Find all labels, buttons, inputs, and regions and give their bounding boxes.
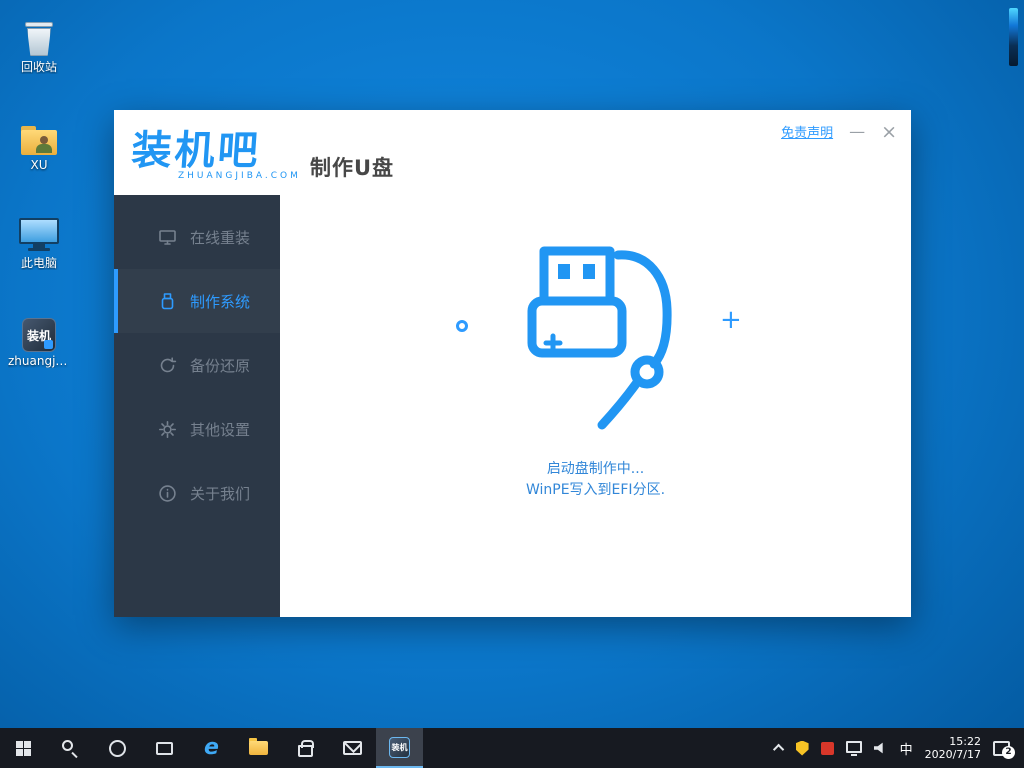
desktop-icon-label: 回收站 xyxy=(8,61,70,74)
taskbar: e 装机 中 15:22 2020/7/17 2 xyxy=(0,728,1024,768)
sidebar-item-label: 关于我们 xyxy=(190,483,250,504)
tray-expand-chevron-icon[interactable] xyxy=(773,744,784,755)
desktop-icon-recycle-bin[interactable]: 回收站 xyxy=(8,14,70,74)
store-bag-icon xyxy=(298,745,313,757)
taskbar-search-button[interactable] xyxy=(47,728,94,768)
desktop-icon-label: XU xyxy=(8,159,70,172)
close-button[interactable]: × xyxy=(881,124,897,140)
window-controls: 免责声明 — × xyxy=(781,122,897,141)
sidebar-item-label: 备份还原 xyxy=(190,355,250,376)
zhuangjiba-taskbar-icon: 装机 xyxy=(389,737,410,758)
progress-spinner-dot xyxy=(456,320,468,332)
desktop-icon-label: zhuangjiba... xyxy=(8,355,70,368)
sidebar-item-label: 其他设置 xyxy=(190,419,250,440)
info-icon xyxy=(158,484,177,503)
task-view-icon xyxy=(156,742,173,755)
minimize-button[interactable]: — xyxy=(849,124,865,140)
restore-arrows-icon xyxy=(158,356,177,375)
edge-icon: e xyxy=(204,737,219,759)
window-body: 在线重装 制作系统 备份还原 xyxy=(114,195,911,617)
status-line-2: WinPE写入到EFI分区. xyxy=(280,480,911,501)
screen-edge-indicator xyxy=(1009,8,1018,66)
clock-time: 15:22 xyxy=(925,735,981,748)
system-tray: 中 15:22 2020/7/17 2 xyxy=(776,728,1024,768)
app-logo: 装机吧 ZHUANGJIBA.COM xyxy=(132,118,301,181)
status-line-1: 启动盘制作中... xyxy=(280,459,911,480)
edge-button[interactable]: e xyxy=(188,728,235,768)
status-text: 启动盘制作中... WinPE写入到EFI分区. xyxy=(280,459,911,501)
taskbar-clock[interactable]: 15:22 2020/7/17 xyxy=(925,735,981,761)
app-logo-text: 装机吧 xyxy=(130,118,263,176)
gear-icon xyxy=(158,420,177,439)
sidebar-item-make-system[interactable]: 制作系统 xyxy=(114,269,280,333)
windows-logo-icon xyxy=(16,741,31,756)
task-view-button[interactable] xyxy=(141,728,188,768)
search-icon xyxy=(62,740,79,757)
display-tray-icon[interactable] xyxy=(846,741,862,753)
sidebar-item-other-settings[interactable]: 其他设置 xyxy=(114,397,280,461)
monitor-icon xyxy=(158,228,177,247)
ime-indicator[interactable]: 中 xyxy=(900,739,913,758)
usb-cable-illustration xyxy=(506,245,686,440)
main-content: + 启动盘制作中... WinPE写入到EFI分区 xyxy=(280,195,911,617)
recycle-bin-icon xyxy=(8,14,70,58)
cortana-icon xyxy=(109,740,126,757)
window-header: 装机吧 ZHUANGJIBA.COM 制作U盘 免责声明 — × xyxy=(114,110,911,195)
volume-icon[interactable] xyxy=(874,742,888,754)
usb-drive-icon xyxy=(158,292,177,311)
sidebar-item-label: 在线重装 xyxy=(190,227,250,248)
desktop-icon-this-pc[interactable]: 此电脑 xyxy=(8,210,70,270)
action-center-icon[interactable]: 2 xyxy=(993,741,1010,756)
desktop-icon-user-folder[interactable]: XU xyxy=(8,112,70,172)
clock-date: 2020/7/17 xyxy=(925,748,981,761)
notification-badge: 2 xyxy=(1002,746,1015,759)
store-button[interactable] xyxy=(282,728,329,768)
mail-envelope-icon xyxy=(343,741,362,755)
desktop: 回收站 XU 此电脑 装机 zhuangjiba... 装机吧 ZHUANGJI… xyxy=(0,0,1024,768)
file-explorer-button[interactable] xyxy=(235,728,282,768)
sidebar-item-online-reinstall[interactable]: 在线重装 xyxy=(114,205,280,269)
this-pc-icon xyxy=(8,210,70,254)
alert-flag-icon[interactable] xyxy=(821,742,834,755)
taskbar-zhuangjiba-app-button[interactable]: 装机 xyxy=(376,728,423,768)
sidebar-item-about-us[interactable]: 关于我们 xyxy=(114,461,280,525)
mail-button[interactable] xyxy=(329,728,376,768)
security-shield-icon[interactable] xyxy=(796,741,809,756)
start-button[interactable] xyxy=(0,728,47,768)
cortana-button[interactable] xyxy=(94,728,141,768)
decorative-plus: + xyxy=(720,305,742,335)
sidebar-item-backup-restore[interactable]: 备份还原 xyxy=(114,333,280,397)
page-title: 制作U盘 xyxy=(310,152,394,182)
desktop-icon-zhuangjiba-app[interactable]: 装机 zhuangjiba... xyxy=(8,308,70,368)
zhuangjiba-window: 装机吧 ZHUANGJIBA.COM 制作U盘 免责声明 — × 在线重装 xyxy=(114,110,911,617)
disclaimer-link[interactable]: 免责声明 xyxy=(781,122,833,141)
sidebar-item-label: 制作系统 xyxy=(190,291,250,312)
zhuangjiba-app-icon: 装机 xyxy=(8,308,70,352)
folder-icon xyxy=(249,741,268,756)
desktop-icon-label: 此电脑 xyxy=(8,257,70,270)
sidebar: 在线重装 制作系统 备份还原 xyxy=(114,195,280,617)
user-folder-icon xyxy=(8,112,70,156)
